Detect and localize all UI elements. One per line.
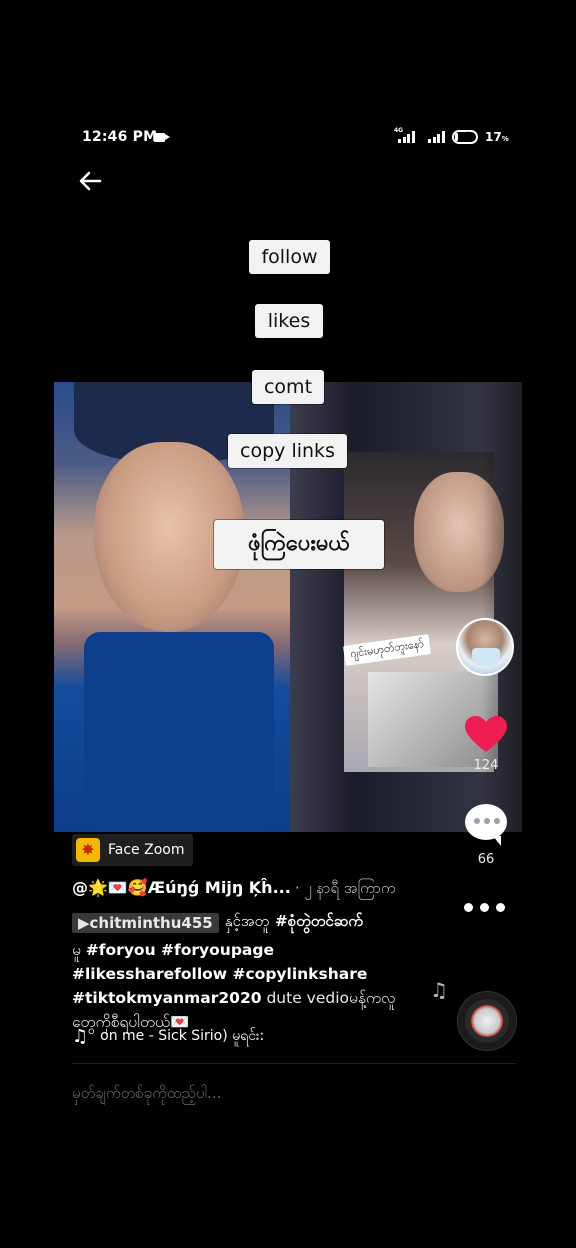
overlay-headline: ဖုံကြဲပေးမယ် (214, 520, 384, 569)
comment-button[interactable]: 66 (458, 804, 514, 867)
network-type: 4G (394, 127, 404, 134)
mention-link[interactable]: ▶chitminthu455 (72, 913, 219, 933)
comment-icon (465, 804, 507, 846)
duet-line: ▶chitminthu455 နှင့်အတူ #စုံတွဲတင်ဆက် (72, 912, 363, 934)
comment-input[interactable]: မှတ်ချက်တစ်ခုကိုထည့်ပါ... (72, 1084, 516, 1106)
music-disc-button[interactable] (458, 992, 516, 1050)
hashtag-link[interactable]: #စုံတွဲတင်ဆက် (275, 912, 363, 934)
music-note-icon: ♫ (430, 978, 448, 1002)
overlay-chip-comt: comt (252, 370, 324, 404)
caption-lead: မူ (72, 941, 81, 959)
effect-tag-button[interactable]: ✸ Face Zoom (72, 834, 194, 866)
creator-avatar[interactable] (456, 618, 514, 676)
battery-percent: 17% (485, 130, 509, 144)
signal-icon: 4G (394, 127, 416, 143)
divider (72, 1063, 516, 1064)
like-button[interactable]: 124 (458, 714, 514, 773)
music-icon: ♫ (72, 1026, 89, 1047)
music-title: on me - Sick Sirio) မူရင်း: (100, 1028, 265, 1044)
effect-label: Face Zoom (108, 842, 185, 858)
post-caption: မူ #foryou #foryoupage #likessharefollow… (72, 938, 412, 1034)
comment-count: 66 (477, 852, 495, 867)
status-time: 12:46 PM (82, 129, 158, 145)
author-name: @🌟💌🥰Æúŋǵ Mijŋ Ķĥ... (72, 878, 291, 897)
duet-text: နှင့်အတူ (224, 912, 270, 930)
back-button[interactable] (76, 166, 106, 196)
overlay-chip-likes: likes (255, 304, 323, 338)
heart-icon (465, 716, 507, 752)
like-count: 124 (473, 758, 499, 773)
more-options-button[interactable] (464, 903, 505, 912)
music-info[interactable]: ♫ on me - Sick Sirio) မူရင်း: (72, 1026, 302, 1047)
overlay-chip-follow: follow (249, 240, 330, 274)
post-time: · ၂ နာရီ အကြာက (294, 879, 396, 897)
post-author[interactable]: @🌟💌🥰Æúŋǵ Mijŋ Ķĥ... · ၂ နာရီ အကြာက (72, 878, 396, 901)
battery-fill (455, 133, 458, 141)
phone-object (84, 632, 274, 832)
face-zoom-effect-icon: ✸ (76, 838, 100, 862)
video-record-icon (154, 133, 170, 142)
charging-icon: ⚡ (462, 129, 470, 142)
status-bar: 12:46 PM 4G ⚡ 17% (0, 126, 576, 150)
overlay-chip-copy-links: copy links (228, 434, 347, 468)
arrow-left-icon (79, 171, 102, 191)
battery-icon: ⚡ (452, 129, 478, 144)
signal-icon-2 (428, 131, 446, 143)
